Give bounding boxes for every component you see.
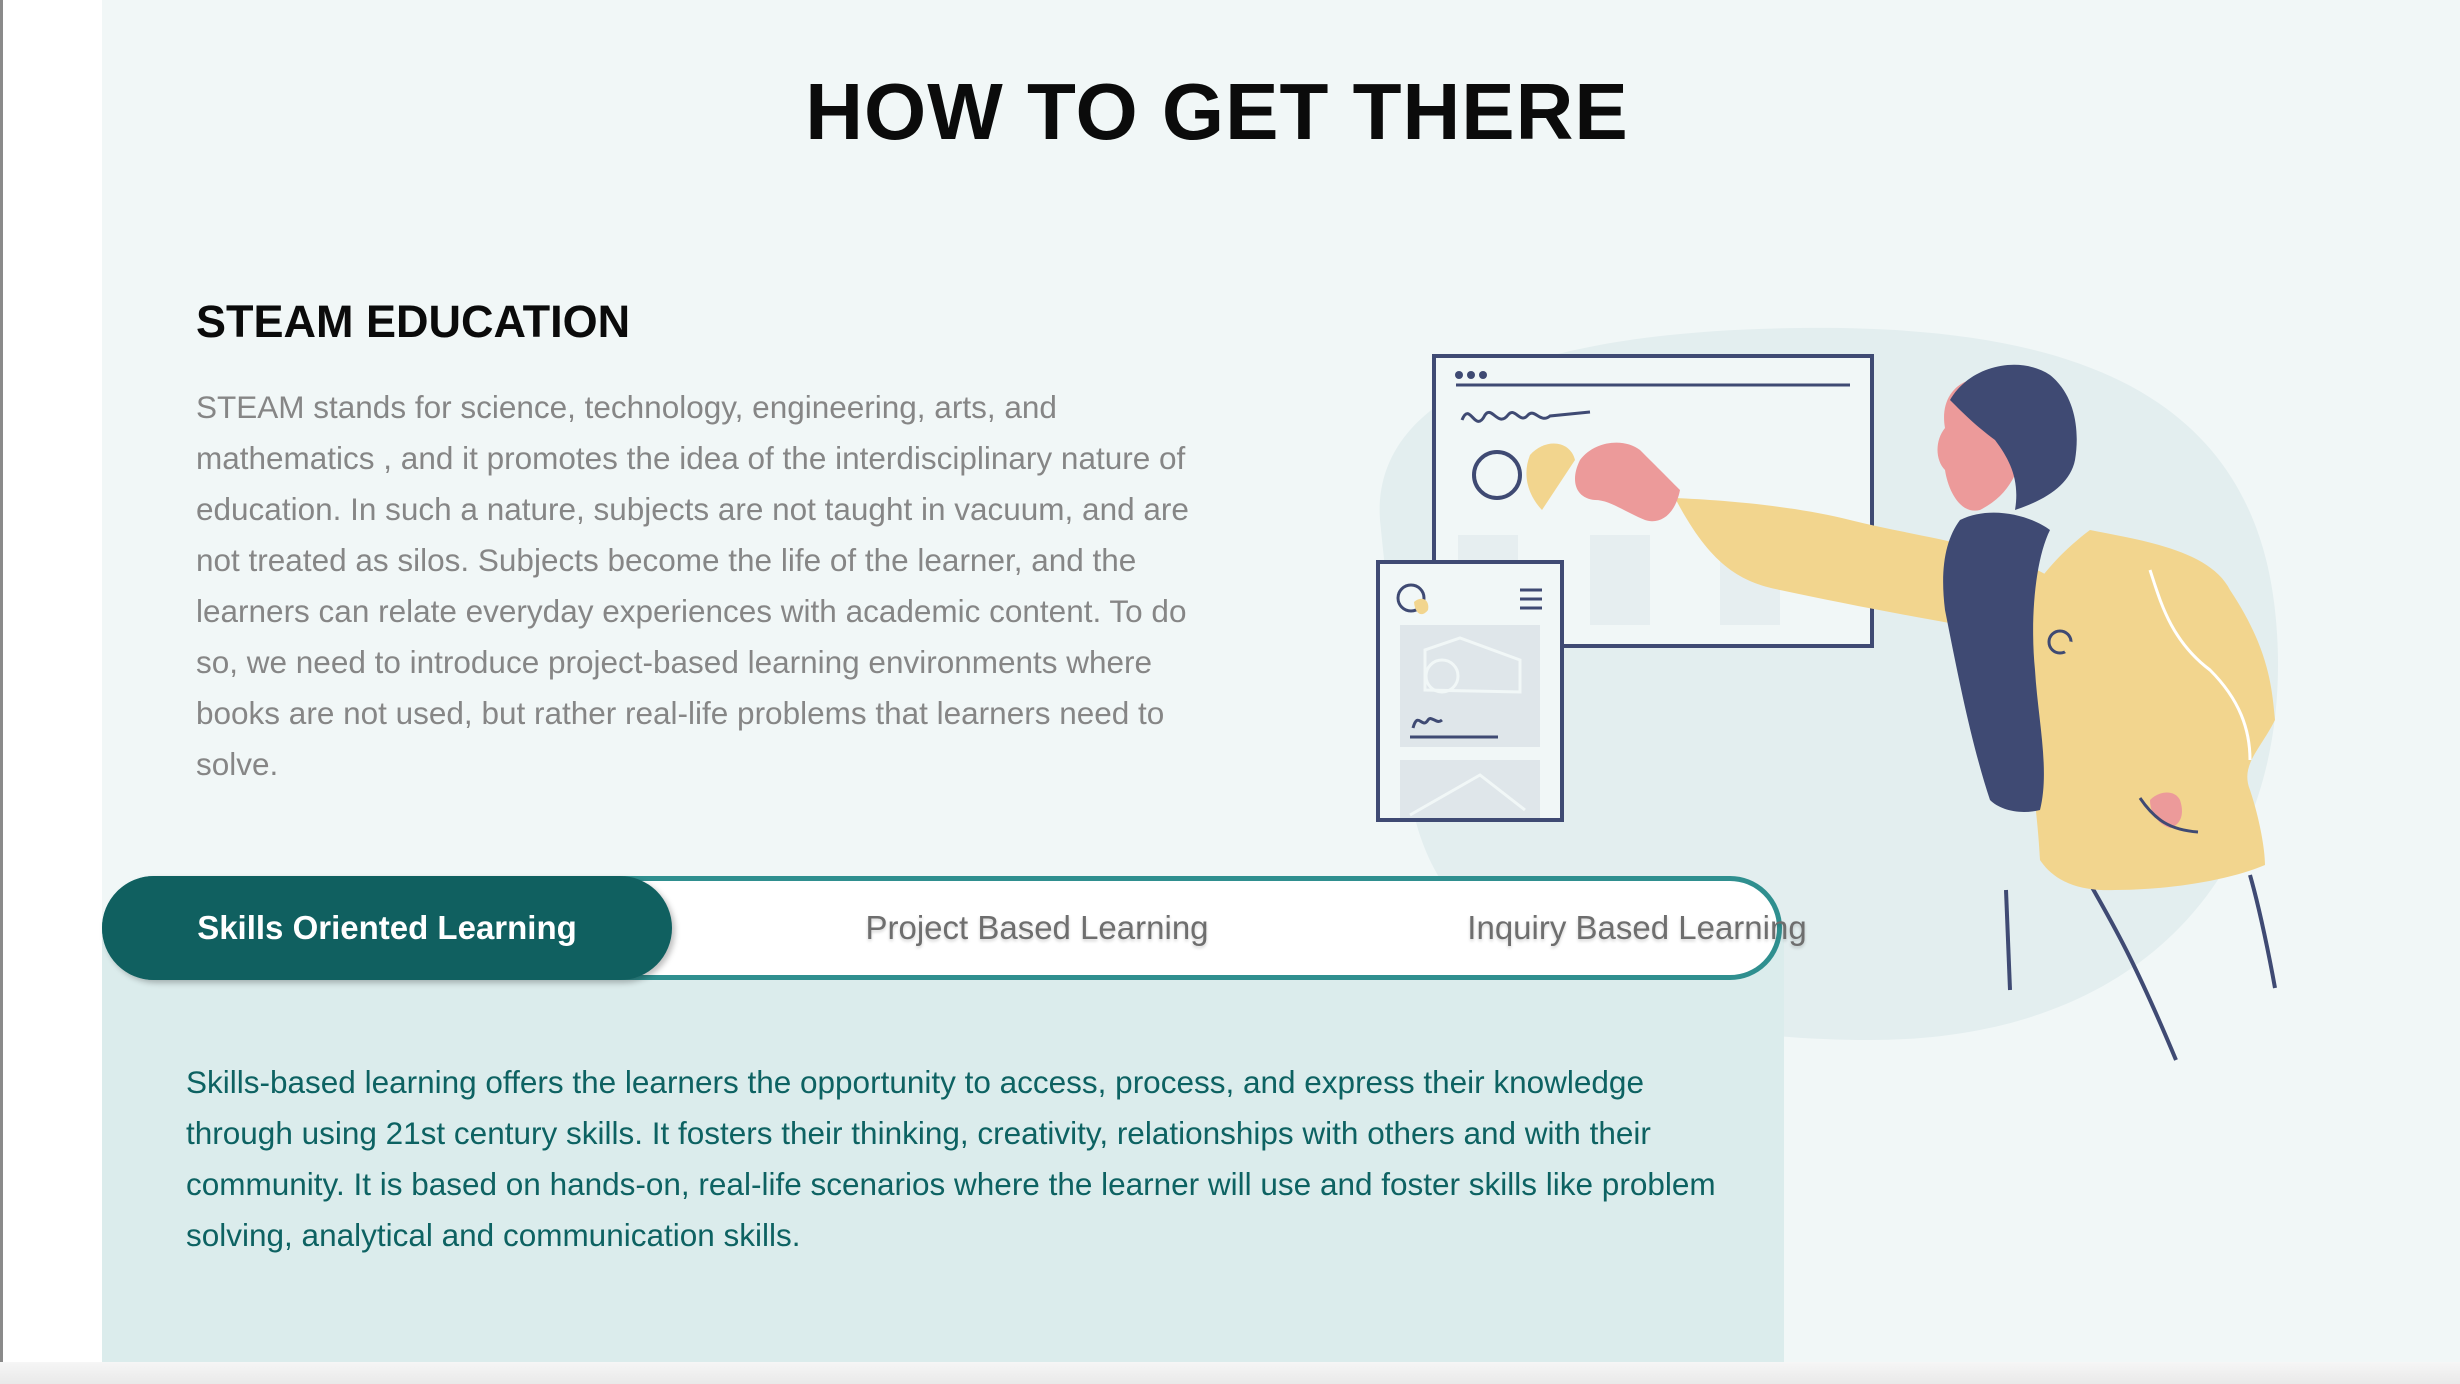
steam-description: STEAM stands for science, technology, en… xyxy=(196,389,1189,782)
page: HOW TO GET THERE STEAM EDUCATION STEAM s… xyxy=(0,0,2460,1384)
steam-heading: STEAM EDUCATION xyxy=(196,296,631,347)
tab-inquiry-based-learning[interactable]: Inquiry Based Learning xyxy=(1357,881,1917,975)
bottom-shadow xyxy=(0,1362,2460,1384)
tab-skills-oriented-learning[interactable]: Skills Oriented Learning xyxy=(102,876,672,980)
learning-type-tabs: Skills Oriented Learning Project Based L… xyxy=(102,876,1807,980)
tab-project-based-learning[interactable]: Project Based Learning xyxy=(707,881,1367,975)
mobile-card-graphic xyxy=(1376,560,1564,822)
left-margin xyxy=(3,0,102,1384)
tab-content-text: Skills-based learning offers the learner… xyxy=(186,1064,1716,1253)
page-title: HOW TO GET THERE xyxy=(805,67,1629,156)
